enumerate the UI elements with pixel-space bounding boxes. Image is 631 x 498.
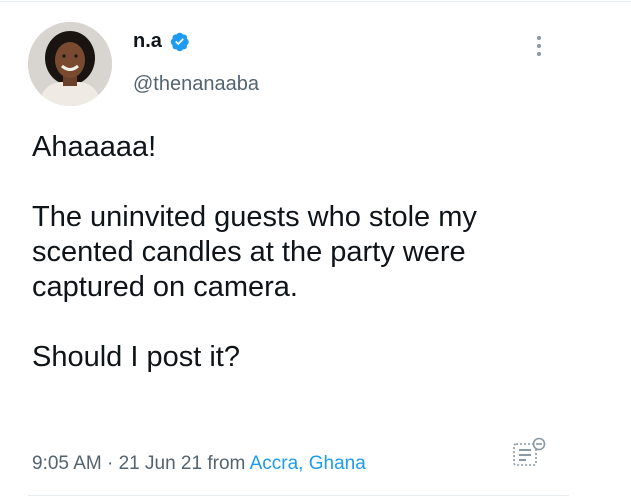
author-handle[interactable]: @thenanaaba: [133, 73, 259, 96]
from-label: from: [207, 453, 246, 474]
tweet-location-link[interactable]: Accra, Ghana: [250, 453, 366, 474]
avatar[interactable]: [28, 22, 112, 106]
verified-badge-icon: [169, 31, 190, 52]
tweet-paragraph: Ahaaaaa!: [32, 131, 157, 163]
tweet-paragraph: The uninvited guests who stole my scente…: [32, 201, 477, 303]
top-divider: [0, 1, 631, 2]
tweet-text: Ahaaaaa! The uninvited guests who stole …: [32, 130, 552, 375]
bottom-divider: [28, 495, 569, 496]
meta-separator: ·: [107, 453, 114, 474]
tweet-paragraph: Should I post it?: [32, 341, 240, 373]
tweet-analytics-icon[interactable]: [511, 436, 549, 468]
tweet-date[interactable]: 21 Jun 21: [119, 453, 202, 474]
tweet-time[interactable]: 9:05 AM: [32, 453, 102, 474]
tweet-meta: 9:05 AM · 21 Jun 21 from Accra, Ghana: [32, 453, 366, 475]
more-options-icon[interactable]: [528, 32, 550, 60]
author-display-name[interactable]: n.a: [133, 30, 162, 53]
author-name-row: n.a: [133, 30, 190, 53]
